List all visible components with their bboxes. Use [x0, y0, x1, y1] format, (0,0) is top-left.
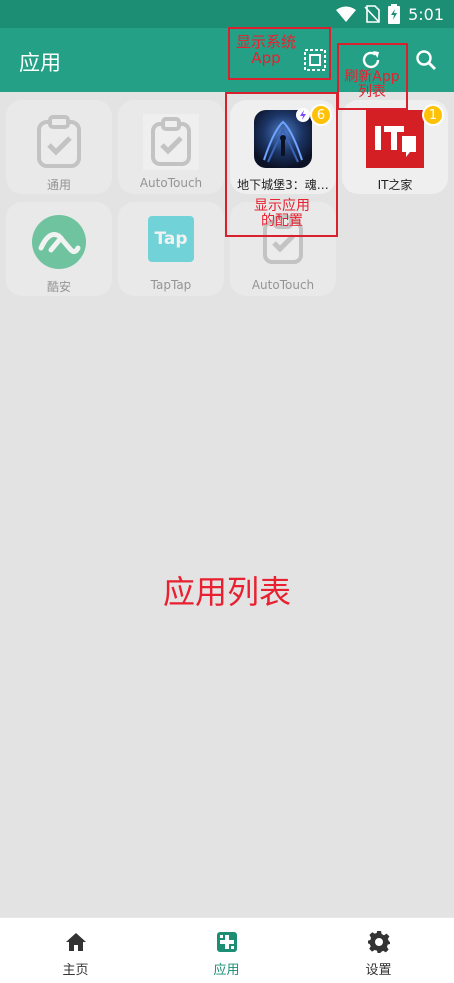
app-tile-ithome[interactable]: 1 IT之家	[342, 100, 448, 194]
clipboard-check-icon	[143, 114, 199, 170]
clipboard-check-icon	[37, 115, 81, 168]
app-label: AutoTouch	[139, 176, 203, 190]
nav-label: 应用	[213, 963, 240, 978]
taptap-logo-icon: Tap	[148, 216, 194, 262]
nav-item-home[interactable]: 主页	[0, 918, 151, 983]
status-time: 5:01	[408, 4, 444, 24]
app-label: 通用	[46, 178, 71, 192]
home-icon	[66, 933, 86, 951]
search-icon	[416, 50, 436, 70]
battery-charging-icon	[388, 4, 401, 24]
nav-item-apps[interactable]: 应用	[151, 918, 302, 983]
app-tile-autotouch[interactable]: AutoTouch	[118, 100, 224, 194]
app-label: TapTap	[150, 278, 192, 292]
ithome-logo-icon	[366, 110, 424, 168]
nav-item-settings[interactable]: 设置	[303, 918, 454, 983]
app-tile-coolapk[interactable]: 酷安	[6, 202, 112, 296]
apps-icon	[217, 932, 237, 952]
annotation-line: 刷新App	[344, 69, 400, 85]
app-tile-taptap[interactable]: Tap TapTap	[118, 202, 224, 296]
nav-label: 主页	[62, 963, 89, 978]
status-bar: 5:01	[0, 0, 454, 28]
annotation-text-refresh: 刷新App 列表	[334, 70, 410, 99]
config-count-badge: 1	[422, 104, 444, 126]
page-title: 应用	[19, 51, 61, 75]
app-label: AutoTouch	[251, 278, 315, 292]
annotation-line: 的配置	[261, 212, 303, 229]
annotation-text-app-config: 显示应用 的配置	[244, 199, 320, 228]
annotation-line: 列表	[358, 83, 386, 100]
bottom-nav: 主页 应用 设置	[0, 917, 454, 983]
no-sim-icon	[364, 5, 380, 23]
annotation-text-system-app: 显示系统 App	[229, 34, 303, 67]
app-label: IT之家	[377, 178, 413, 192]
gear-icon	[368, 931, 390, 953]
status-icons: 5:01	[336, 4, 444, 24]
taptap-logo-text: Tap	[154, 229, 188, 249]
search-button[interactable]	[404, 38, 448, 82]
wifi-icon	[336, 6, 357, 22]
annotation-text-app-list: 应用列表	[162, 573, 291, 611]
app-tile-general[interactable]: 通用	[6, 100, 112, 194]
annotation-line: 显示应用	[254, 198, 310, 214]
annotation-line: App	[251, 48, 281, 67]
app-label: 酷安	[46, 280, 71, 294]
coolapk-logo-icon	[32, 215, 86, 269]
nav-label: 设置	[365, 963, 392, 978]
